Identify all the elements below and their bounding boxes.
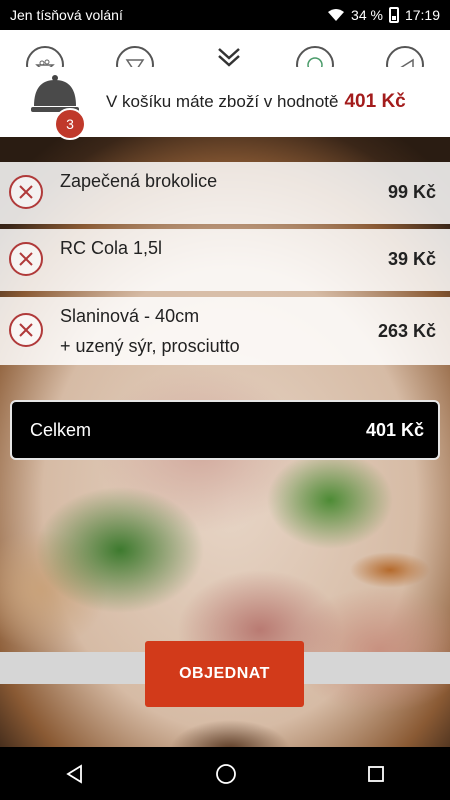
battery-icon bbox=[388, 7, 399, 23]
cart-item: Zapečená brokolice 99 Kč bbox=[0, 162, 450, 224]
item-price: 39 Kč bbox=[387, 249, 436, 269]
item-name: RC Cola 1,5l bbox=[60, 238, 163, 258]
cloche-icon: 3 bbox=[30, 72, 92, 140]
cart-summary-text: V košíku máte zboží v hodnotě bbox=[106, 92, 339, 111]
remove-item-button[interactable] bbox=[9, 313, 43, 347]
status-bar: Jen tísňová volání 34 % 17:19 bbox=[0, 0, 450, 30]
status-icons: 34 % 17:19 bbox=[327, 7, 440, 23]
cart-summary: 3 V košíku máte zboží v hodnotě 401 Kč bbox=[0, 67, 450, 140]
remove-item-button[interactable] bbox=[9, 175, 43, 209]
item-name: Slaninová - 40cm bbox=[60, 306, 200, 326]
item-price: 263 Kč bbox=[377, 321, 436, 341]
total-label: Celkem bbox=[30, 419, 92, 440]
close-icon bbox=[19, 323, 33, 337]
close-icon bbox=[19, 185, 33, 199]
item-note: + uzený sýr, prosciutto bbox=[60, 336, 240, 356]
total-box: Celkem 401 Kč bbox=[10, 400, 440, 460]
home-icon[interactable] bbox=[215, 763, 237, 785]
carrier-text: Jen tísňová volání bbox=[10, 7, 123, 23]
recents-icon[interactable] bbox=[367, 765, 385, 783]
cart-item: RC Cola 1,5l 39 Kč bbox=[0, 229, 450, 291]
chevron-double-down-icon bbox=[218, 48, 240, 67]
order-button[interactable]: OBJEDNAT bbox=[145, 641, 304, 707]
cart-count-badge: 3 bbox=[54, 108, 86, 140]
close-icon bbox=[19, 252, 33, 266]
remove-item-button[interactable] bbox=[9, 242, 43, 276]
clock: 17:19 bbox=[404, 7, 440, 23]
cart-summary-total: 401 Kč bbox=[344, 91, 406, 112]
back-icon[interactable] bbox=[65, 763, 85, 784]
battery-percent: 34 % bbox=[351, 7, 383, 23]
item-name: Zapečená brokolice bbox=[60, 171, 218, 191]
wifi-icon bbox=[328, 9, 345, 21]
total-amount: 401 Kč bbox=[365, 419, 424, 440]
cart-item: Slaninová - 40cm + uzený sýr, prosciutto… bbox=[0, 297, 450, 365]
item-price: 99 Kč bbox=[387, 182, 436, 202]
navigation-bar bbox=[0, 747, 450, 800]
